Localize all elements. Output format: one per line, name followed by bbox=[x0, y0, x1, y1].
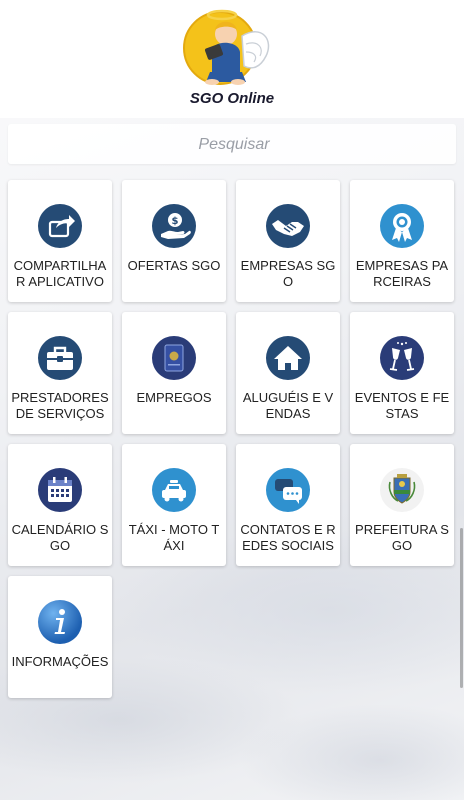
tile-label: EMPREGOS bbox=[136, 390, 212, 405]
city-crest-icon bbox=[380, 468, 424, 512]
app-header: SGO Online bbox=[0, 0, 464, 118]
tile-label: PRESTADORES DE SERVIÇOS bbox=[11, 390, 109, 421]
tile-compartilhar-aplicativo[interactable]: COMPARTILHAR APLICATIVO bbox=[8, 180, 112, 302]
tile-label: EMPRESAS SGO bbox=[240, 258, 336, 289]
chat-bubbles-icon bbox=[266, 468, 310, 512]
search-bar[interactable] bbox=[8, 124, 460, 166]
money-hand-icon: $ bbox=[152, 204, 196, 248]
tile-empregos[interactable]: EMPREGOS bbox=[122, 312, 226, 434]
tile-prestadores-de-servicos[interactable]: PRESTADORES DE SERVIÇOS bbox=[8, 312, 112, 434]
tile-empresas-parceiras[interactable]: EMPRESAS PARCEIRAS bbox=[350, 180, 454, 302]
tile-contatos-e-redes-sociais[interactable]: CONTATOS E REDES SOCIAIS bbox=[236, 444, 340, 566]
tile-empresas-sgo[interactable]: EMPRESAS SGO bbox=[236, 180, 340, 302]
tile-label: TÁXI - MOTO TÁXI bbox=[128, 522, 220, 553]
tile-label: COMPARTILHAR APLICATIVO bbox=[13, 258, 107, 289]
tile-prefeitura-sgo[interactable]: PREFEITURA SGO bbox=[350, 444, 454, 566]
taxi-icon bbox=[152, 468, 196, 512]
tile-label: CALENDÁRIO SGO bbox=[11, 522, 109, 553]
tile-label: EVENTOS E FESTAS bbox=[354, 390, 450, 421]
search-input[interactable] bbox=[8, 124, 460, 166]
scrollbar[interactable] bbox=[460, 528, 463, 688]
house-icon bbox=[266, 336, 310, 380]
tile-label: CONTATOS E REDES SOCIAIS bbox=[240, 522, 336, 553]
info-icon bbox=[38, 600, 82, 644]
tile-label: ALUGUÉIS E VENDAS bbox=[242, 390, 334, 421]
handshake-icon bbox=[266, 204, 310, 248]
app-title: SGO Online bbox=[189, 90, 275, 107]
tile-eventos-e-festas[interactable]: EVENTOS E FESTAS bbox=[350, 312, 454, 434]
tile-label: EMPRESAS PARCEIRAS bbox=[355, 258, 449, 289]
tile-label: PREFEITURA SGO bbox=[355, 522, 449, 553]
tile-informacoes[interactable]: INFORMAÇÕES bbox=[8, 576, 112, 698]
sgo-logo: SGO Online bbox=[176, 6, 288, 110]
calendar-icon bbox=[38, 468, 82, 512]
svg-text:$: $ bbox=[172, 216, 179, 227]
tile-label: INFORMAÇÕES bbox=[11, 654, 109, 669]
tile-alugueis-e-vendas[interactable]: ALUGUÉIS E VENDAS bbox=[236, 312, 340, 434]
tile-label: OFERTAS SGO bbox=[127, 258, 221, 273]
share-icon bbox=[38, 204, 82, 248]
toolbox-icon bbox=[38, 336, 82, 380]
award-ribbon-icon bbox=[380, 204, 424, 248]
work-card-icon bbox=[152, 336, 196, 380]
tile-taxi-moto-taxi[interactable]: TÁXI - MOTO TÁXI bbox=[122, 444, 226, 566]
tile-calendario-sgo[interactable]: CALENDÁRIO SGO bbox=[8, 444, 112, 566]
tile-ofertas-sgo[interactable]: $ OFERTAS SGO bbox=[122, 180, 226, 302]
toast-glasses-icon bbox=[380, 336, 424, 380]
